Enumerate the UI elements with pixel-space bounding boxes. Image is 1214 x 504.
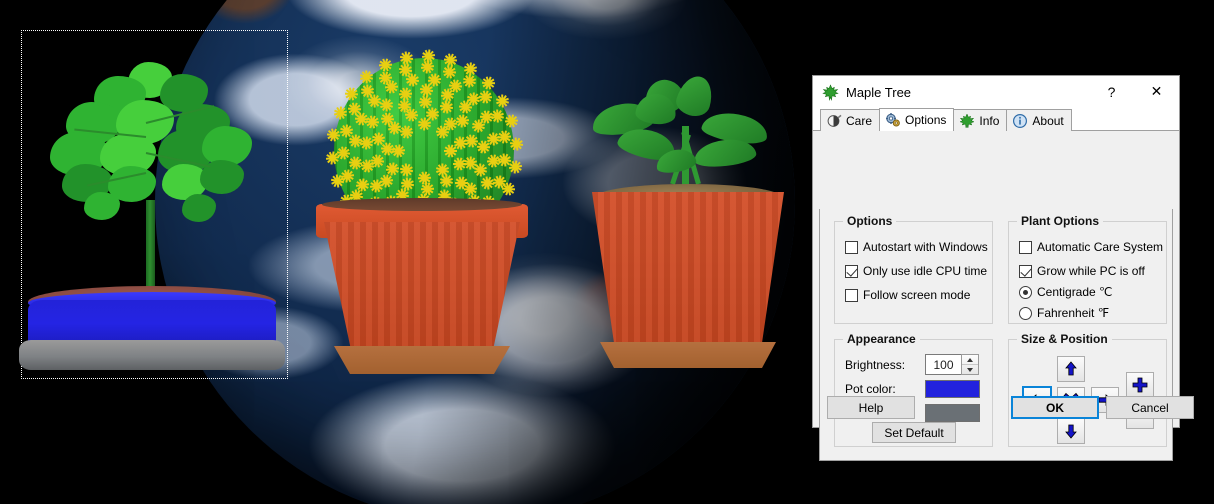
ok-button[interactable]: OK (1011, 396, 1099, 419)
options-group: Options Autostart with Windows Only use … (834, 214, 993, 324)
caption-buttons: ? ✕ (1089, 76, 1179, 107)
title-bar[interactable]: Maple Tree ? ✕ (813, 76, 1179, 108)
checkbox-only-use-idle-cpu-time[interactable]: Only use idle CPU time (845, 264, 987, 278)
tab-about[interactable]: About (1006, 109, 1072, 131)
dialog-button-row: Help OK Cancel (813, 396, 1194, 419)
move-up-button[interactable] (1057, 356, 1085, 382)
tab-care[interactable]: Care (820, 109, 881, 131)
tab-label: Info (979, 113, 1000, 128)
cancel-button[interactable]: Cancel (1106, 396, 1194, 419)
cactus-saucer (334, 346, 510, 374)
pot-color-label: Pot color: (845, 382, 896, 396)
close-icon[interactable]: ✕ (1134, 76, 1179, 107)
checkbox-label: Automatic Care System (1037, 240, 1164, 254)
appearance-group: Appearance Brightness: Pot color: (834, 332, 993, 447)
brightness-stepper[interactable] (925, 354, 979, 375)
plant-leafy-seedling[interactable] (570, 72, 815, 380)
group-title: Size & Position (1017, 332, 1112, 346)
checkbox-box[interactable] (1019, 240, 1032, 254)
checkbox-label: Grow while PC is off (1037, 264, 1145, 278)
cactus-pot (324, 222, 520, 352)
plus-icon (1132, 377, 1148, 393)
bonsai-saucer (19, 340, 285, 370)
brightness-input[interactable] (925, 354, 961, 375)
checkbox-follow-screen-mode[interactable]: Follow screen mode (845, 288, 970, 302)
gears-icon (886, 113, 900, 127)
spin-down-button[interactable] (962, 365, 978, 374)
checkbox-box[interactable] (845, 264, 858, 278)
tab-label: Care (846, 113, 873, 128)
maple-leaf-icon (822, 83, 839, 101)
checkbox-box[interactable] (1019, 264, 1032, 278)
radio-label: Centigrade ℃ (1037, 285, 1113, 299)
tab-options[interactable]: Options (879, 108, 955, 131)
brightness-label: Brightness: (845, 357, 906, 372)
tab-info[interactable]: Info (953, 109, 1008, 131)
help-caption-button[interactable]: ? (1089, 76, 1134, 107)
checkbox-automatic-care-system[interactable]: Automatic Care System (1019, 240, 1163, 254)
seedling-saucer (600, 342, 776, 368)
radio-box[interactable] (1019, 285, 1032, 299)
checkbox-autostart-with-windows[interactable]: Autostart with Windows (845, 240, 988, 254)
help-button[interactable]: Help (827, 396, 915, 419)
tab-label: About (1032, 113, 1064, 128)
tab-label: Options (905, 113, 947, 127)
brightness-spin-buttons[interactable] (961, 354, 979, 375)
arrow-down-icon (1065, 424, 1077, 439)
brightness-row: Brightness: (845, 354, 979, 375)
radio-label: Fahrenheit ℉ (1037, 306, 1110, 320)
checkbox-label: Only use idle CPU time (863, 264, 988, 278)
maple-tree-settings-dialog: Maple Tree ? ✕ Care Options Info About O… (812, 75, 1194, 461)
checkbox-label: Follow screen mode (863, 288, 971, 302)
radio-fahrenheit[interactable]: Fahrenheit ℉ (1019, 306, 1109, 320)
size-position-group: Size & Position (1008, 332, 1167, 447)
move-down-button[interactable] (1057, 418, 1085, 444)
window-title: Maple Tree (846, 84, 912, 100)
checkbox-box[interactable] (845, 240, 858, 254)
group-title: Plant Options (1017, 214, 1103, 228)
spin-up-button[interactable] (962, 355, 978, 365)
seedling-pot (592, 192, 784, 350)
chevron-up-icon (967, 357, 973, 362)
group-title: Options (843, 214, 897, 228)
checkbox-grow-while-pc-is-off[interactable]: Grow while PC is off (1019, 264, 1145, 278)
options-tab-panel: Options Autostart with Windows Only use … (819, 209, 1173, 461)
info-circle-icon (1013, 113, 1028, 128)
increase-size-button[interactable] (1126, 372, 1154, 398)
group-title: Appearance (843, 332, 920, 346)
maple-leaf-icon (959, 112, 976, 129)
chevron-down-icon (967, 367, 973, 372)
tab-strip: Care Options Info About (813, 108, 1179, 131)
watering-can-icon (827, 114, 842, 127)
checkbox-box[interactable] (845, 288, 858, 302)
plant-bonsai-maple-tree[interactable] (18, 60, 288, 380)
set-default-button[interactable]: Set Default (872, 422, 956, 443)
plant-options-group: Plant Options Automatic Care System Grow… (1008, 214, 1167, 324)
arrow-up-icon (1065, 361, 1077, 376)
radio-box[interactable] (1019, 306, 1032, 320)
screen: Maple Tree ? ✕ Care Options Info About O… (0, 0, 1214, 504)
radio-centigrade[interactable]: Centigrade ℃ (1019, 285, 1113, 299)
checkbox-label: Autostart with Windows (863, 240, 988, 254)
plant-barrel-cactus[interactable] (298, 48, 546, 378)
